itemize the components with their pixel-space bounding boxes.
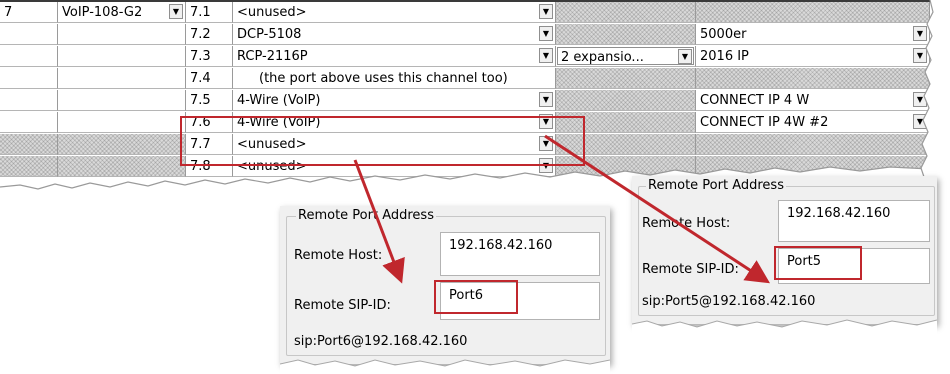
- device-value: CONNECT IP 4 W: [700, 93, 810, 108]
- chevron-down-icon[interactable]: ▼: [539, 92, 553, 107]
- channel-cell: 7.1: [186, 2, 233, 23]
- remote-host-label: Remote Host:: [294, 248, 383, 263]
- sip-uri: sip:Port6@192.168.42.160: [294, 334, 468, 349]
- chevron-down-icon[interactable]: ▼: [539, 26, 553, 41]
- expansion-cell: [556, 24, 696, 45]
- group-title: Remote Port Address: [646, 178, 786, 193]
- port-note: (the port above uses this channel too): [233, 68, 556, 89]
- port-select[interactable]: DCP-5108 ▼: [233, 24, 556, 45]
- table-row: 7.3 RCP-2116P ▼ 2 expansio... ▼ 2016 IP …: [0, 46, 930, 68]
- remote-port-panel-port6: Remote Port Address Remote Host: 192.168…: [280, 206, 610, 364]
- slot-cell: [0, 90, 58, 111]
- device-cell: [696, 134, 930, 155]
- channel-grid: 7 VoIP-108-G2 ▼ 7.1 <unused> ▼ 7.2 DCP-5…: [0, 0, 930, 205]
- highlight-voip-ports: [180, 116, 585, 166]
- channel-cell: 7.5: [186, 90, 233, 111]
- expansion-cell: [556, 2, 696, 23]
- torn-edge-panel-port6: [280, 359, 610, 374]
- port-value: <unused>: [237, 5, 307, 20]
- highlight-sip-port6: [434, 280, 518, 314]
- slot-cell: [0, 24, 58, 45]
- module-select[interactable]: VoIP-108-G2 ▼: [58, 2, 186, 23]
- group-title: Remote Port Address: [296, 208, 436, 223]
- port-select[interactable]: <unused> ▼: [233, 2, 556, 23]
- module-value: VoIP-108-G2: [62, 5, 143, 20]
- module-cell: [58, 46, 186, 67]
- device-select[interactable]: CONNECT IP 4 W ▼: [696, 90, 930, 111]
- device-cell: [696, 68, 930, 89]
- module-cell: [58, 68, 186, 89]
- device-select[interactable]: 5000er ▼: [696, 24, 930, 45]
- port-select[interactable]: RCP-2116P ▼: [233, 46, 556, 67]
- port-value: 4-Wire (VoIP): [237, 93, 321, 108]
- chevron-down-icon[interactable]: ▼: [539, 48, 553, 63]
- port-value: DCP-5108: [237, 27, 302, 42]
- table-row: 7.2 DCP-5108 ▼ 5000er ▼: [0, 24, 930, 46]
- port-select[interactable]: 4-Wire (VoIP) ▼: [233, 90, 556, 111]
- slot-cell: [0, 112, 58, 133]
- device-select[interactable]: CONNECT IP 4W #2 ▼: [696, 112, 930, 133]
- expansion-cell: [556, 90, 696, 111]
- table-row: 7.5 4-Wire (VoIP) ▼ CONNECT IP 4 W ▼: [0, 90, 930, 112]
- device-value: 2016 IP: [700, 49, 749, 64]
- device-value: CONNECT IP 4W #2: [700, 115, 829, 130]
- chevron-down-icon[interactable]: ▼: [678, 49, 692, 64]
- slot-cell: 7: [0, 2, 58, 23]
- remote-sip-id-label: Remote SIP-ID:: [642, 262, 739, 277]
- chevron-down-icon[interactable]: ▼: [169, 4, 183, 19]
- table-row: 7.4 (the port above uses this channel to…: [0, 68, 930, 90]
- remote-port-panel-port5: Remote Port Address Remote Host: 192.168…: [632, 176, 937, 324]
- chevron-down-icon[interactable]: ▼: [539, 4, 553, 19]
- remote-sip-id-label: Remote SIP-ID:: [294, 298, 391, 313]
- device-cell: [696, 2, 930, 23]
- channel-cell: 7.4: [186, 68, 233, 89]
- device-select[interactable]: 2016 IP ▼: [696, 46, 930, 67]
- module-cell: [58, 112, 186, 133]
- slot-cell: [0, 68, 58, 89]
- slot-cell: [0, 46, 58, 67]
- channel-cell: 7.3: [186, 46, 233, 67]
- sip-uri: sip:Port5@192.168.42.160: [642, 294, 816, 309]
- torn-edge-panel-port5: [632, 319, 937, 338]
- device-value: 5000er: [700, 27, 747, 42]
- table-row: 7 VoIP-108-G2 ▼ 7.1 <unused> ▼: [0, 2, 930, 24]
- expansion-cell: [556, 68, 696, 89]
- highlight-sip-port5: [774, 246, 862, 280]
- module-cell: [58, 90, 186, 111]
- module-cell: [58, 24, 186, 45]
- remote-host-field[interactable]: 192.168.42.160: [440, 232, 600, 276]
- remote-host-field[interactable]: 192.168.42.160: [778, 200, 930, 242]
- module-cell: [58, 134, 186, 155]
- expansion-select[interactable]: 2 expansio... ▼: [556, 46, 696, 67]
- port-value: RCP-2116P: [237, 49, 308, 64]
- remote-host-label: Remote Host:: [642, 216, 731, 231]
- slot-cell: [0, 134, 58, 155]
- expansion-value: 2 expansio...: [561, 50, 644, 65]
- channel-cell: 7.2: [186, 24, 233, 45]
